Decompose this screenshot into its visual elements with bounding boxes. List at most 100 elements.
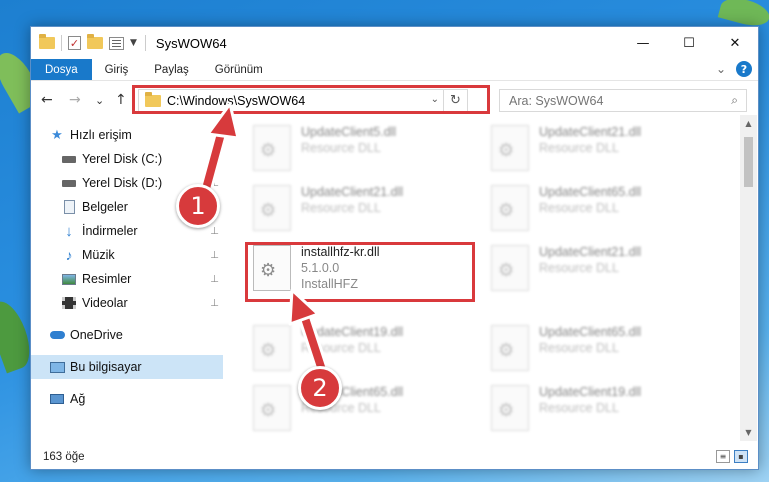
sidebar-item-quick-access[interactable]: ★ Hızlı erişim: [31, 123, 223, 147]
tab-file[interactable]: Dosya: [31, 59, 92, 80]
recent-locations-button[interactable]: ⌄: [95, 94, 104, 107]
search-icon[interactable]: ⌕: [731, 93, 738, 108]
pin-icon[interactable]: ⊥: [210, 274, 219, 285]
up-button[interactable]: ↑: [115, 92, 127, 108]
file-type: Resource DLL: [539, 341, 619, 355]
pin-icon[interactable]: ⊥: [210, 154, 219, 165]
sidebar-item-videos[interactable]: Videolar ⊥: [31, 291, 223, 315]
tab-share[interactable]: Paylaş: [141, 59, 202, 80]
file-item[interactable]: UpdateClient19.dll Resource DLL: [481, 381, 711, 437]
scroll-up-icon[interactable]: ▲: [740, 119, 757, 128]
network-icon: [49, 391, 65, 407]
minimize-button[interactable]: —: [620, 27, 666, 59]
sidebar-item-music[interactable]: ♪ Müzik ⊥: [31, 243, 223, 267]
sidebar-item-label: Resimler: [82, 272, 132, 286]
tab-view[interactable]: Görünüm: [202, 59, 276, 80]
sidebar-item-label: Belgeler: [82, 200, 128, 214]
search-box[interactable]: ⌕: [499, 89, 747, 112]
file-name: UpdateClient65.dll: [539, 185, 642, 199]
dll-file-icon: [253, 185, 291, 231]
file-name: UpdateClient19.dll: [301, 325, 404, 339]
close-button[interactable]: ✕: [712, 27, 758, 59]
folder-icon[interactable]: [39, 34, 55, 49]
drive-icon: [61, 175, 77, 191]
maximize-button[interactable]: ☐: [666, 27, 712, 59]
title-separator: [144, 35, 146, 51]
scroll-down-icon[interactable]: ▼: [740, 428, 757, 437]
file-type: Resource DLL: [301, 341, 381, 355]
tab-home[interactable]: Giriş: [92, 59, 142, 80]
sidebar-item-label: OneDrive: [70, 328, 123, 342]
properties-check-icon[interactable]: ✓: [68, 36, 81, 50]
expand-ribbon-icon[interactable]: ⌄: [716, 62, 726, 76]
file-item[interactable]: UpdateClient65.dll Resource DLL: [481, 181, 711, 237]
pin-icon[interactable]: ⊥: [210, 226, 219, 237]
back-button[interactable]: ←: [41, 92, 53, 108]
sidebar-item-pictures[interactable]: Resimler ⊥: [31, 267, 223, 291]
pictures-icon: [61, 271, 77, 287]
search-input[interactable]: [500, 93, 720, 108]
file-item[interactable]: UpdateClient65.dllResource DLL: [243, 381, 473, 437]
details-view-icon[interactable]: ≡: [716, 450, 730, 463]
pin-icon[interactable]: ⊥: [210, 178, 219, 189]
pin-icon[interactable]: ⊥: [210, 298, 219, 309]
file-name: UpdateClient21.dll: [539, 245, 642, 259]
view-buttons: ≡ ▪: [716, 450, 748, 463]
tiles-view-icon[interactable]: ▪: [734, 450, 748, 463]
new-folder-icon[interactable]: [87, 34, 103, 49]
sidebar-item-label: Bu bilgisayar: [70, 360, 142, 374]
window-controls: — ☐ ✕: [620, 27, 758, 59]
step-2-badge: 2: [298, 366, 342, 410]
address-highlight-box: [132, 85, 490, 114]
title-bar: ✓ ▼ SysWOW64 — ☐ ✕: [31, 27, 758, 59]
cloud-icon: [49, 327, 65, 343]
file-name: UpdateClient5.dll: [301, 125, 397, 139]
file-highlight-box: [245, 242, 475, 302]
sidebar-item-label: Videolar: [82, 296, 128, 310]
file-type: Resource DLL: [539, 261, 619, 275]
dll-file-icon: [491, 125, 529, 171]
customize-toolbar-icon[interactable]: ▼: [130, 38, 137, 48]
quick-access-toolbar: ✓ ▼: [31, 34, 137, 51]
pin-icon[interactable]: ⊥: [210, 250, 219, 261]
scrollbar-thumb[interactable]: [744, 137, 753, 187]
file-name: UpdateClient21.dll: [539, 125, 642, 139]
window-title: SysWOW64: [155, 35, 227, 51]
videos-icon: [61, 295, 77, 311]
file-name: UpdateClient21.dll: [301, 185, 404, 199]
sidebar-item-onedrive[interactable]: OneDrive: [31, 323, 223, 347]
forward-button[interactable]: →: [69, 92, 81, 108]
navigation-pane: ★ Hızlı erişim Yerel Disk (C:) ⊥ Yerel D…: [31, 123, 223, 443]
ribbon-tabs: Dosya Giriş Paylaş Görünüm ⌄ ?: [31, 59, 758, 81]
dll-file-icon: [491, 245, 529, 291]
file-item[interactable]: UpdateClient5.dll Resource DLL: [243, 121, 473, 177]
file-name: UpdateClient65.dll: [539, 325, 642, 339]
sidebar-item-label: İndirmeler: [82, 224, 138, 238]
vertical-scrollbar[interactable]: ▲ ▼: [740, 115, 757, 441]
file-name: UpdateClient19.dll: [539, 385, 642, 399]
properties-icon[interactable]: [109, 36, 124, 50]
sidebar-item-local-disk-c[interactable]: Yerel Disk (C:) ⊥: [31, 147, 223, 171]
dll-file-icon: [491, 325, 529, 371]
status-bar: 163 öğe ≡ ▪: [31, 445, 758, 469]
file-item[interactable]: UpdateClient21.dll Resource DLL: [481, 121, 711, 177]
sidebar-item-label: Yerel Disk (C:): [82, 152, 163, 166]
dll-file-icon: [253, 325, 291, 371]
sidebar-item-network[interactable]: Ağ: [31, 387, 223, 411]
ribbon-right-controls: ⌄ ?: [716, 61, 752, 77]
help-icon[interactable]: ?: [736, 61, 752, 77]
dll-file-icon: [253, 125, 291, 171]
file-item[interactable]: UpdateClient19.dll Resource DLL: [243, 321, 473, 377]
file-type: Resource DLL: [539, 201, 619, 215]
file-item[interactable]: UpdateClient21.dll Resource DLL: [243, 181, 473, 237]
item-count: 163 öğe: [43, 451, 85, 463]
file-item[interactable]: UpdateClient65.dll Resource DLL: [481, 321, 711, 377]
file-type: Resource DLL: [301, 201, 381, 215]
file-type: Resource DLL: [301, 141, 381, 155]
computer-icon: [49, 359, 65, 375]
dll-file-icon: [491, 385, 529, 431]
toolbar-separator: [61, 35, 62, 51]
sidebar-item-this-pc[interactable]: Bu bilgisayar: [31, 355, 223, 379]
dll-file-icon: [491, 185, 529, 231]
file-item[interactable]: UpdateClient21.dll Resource DLL: [481, 241, 711, 297]
